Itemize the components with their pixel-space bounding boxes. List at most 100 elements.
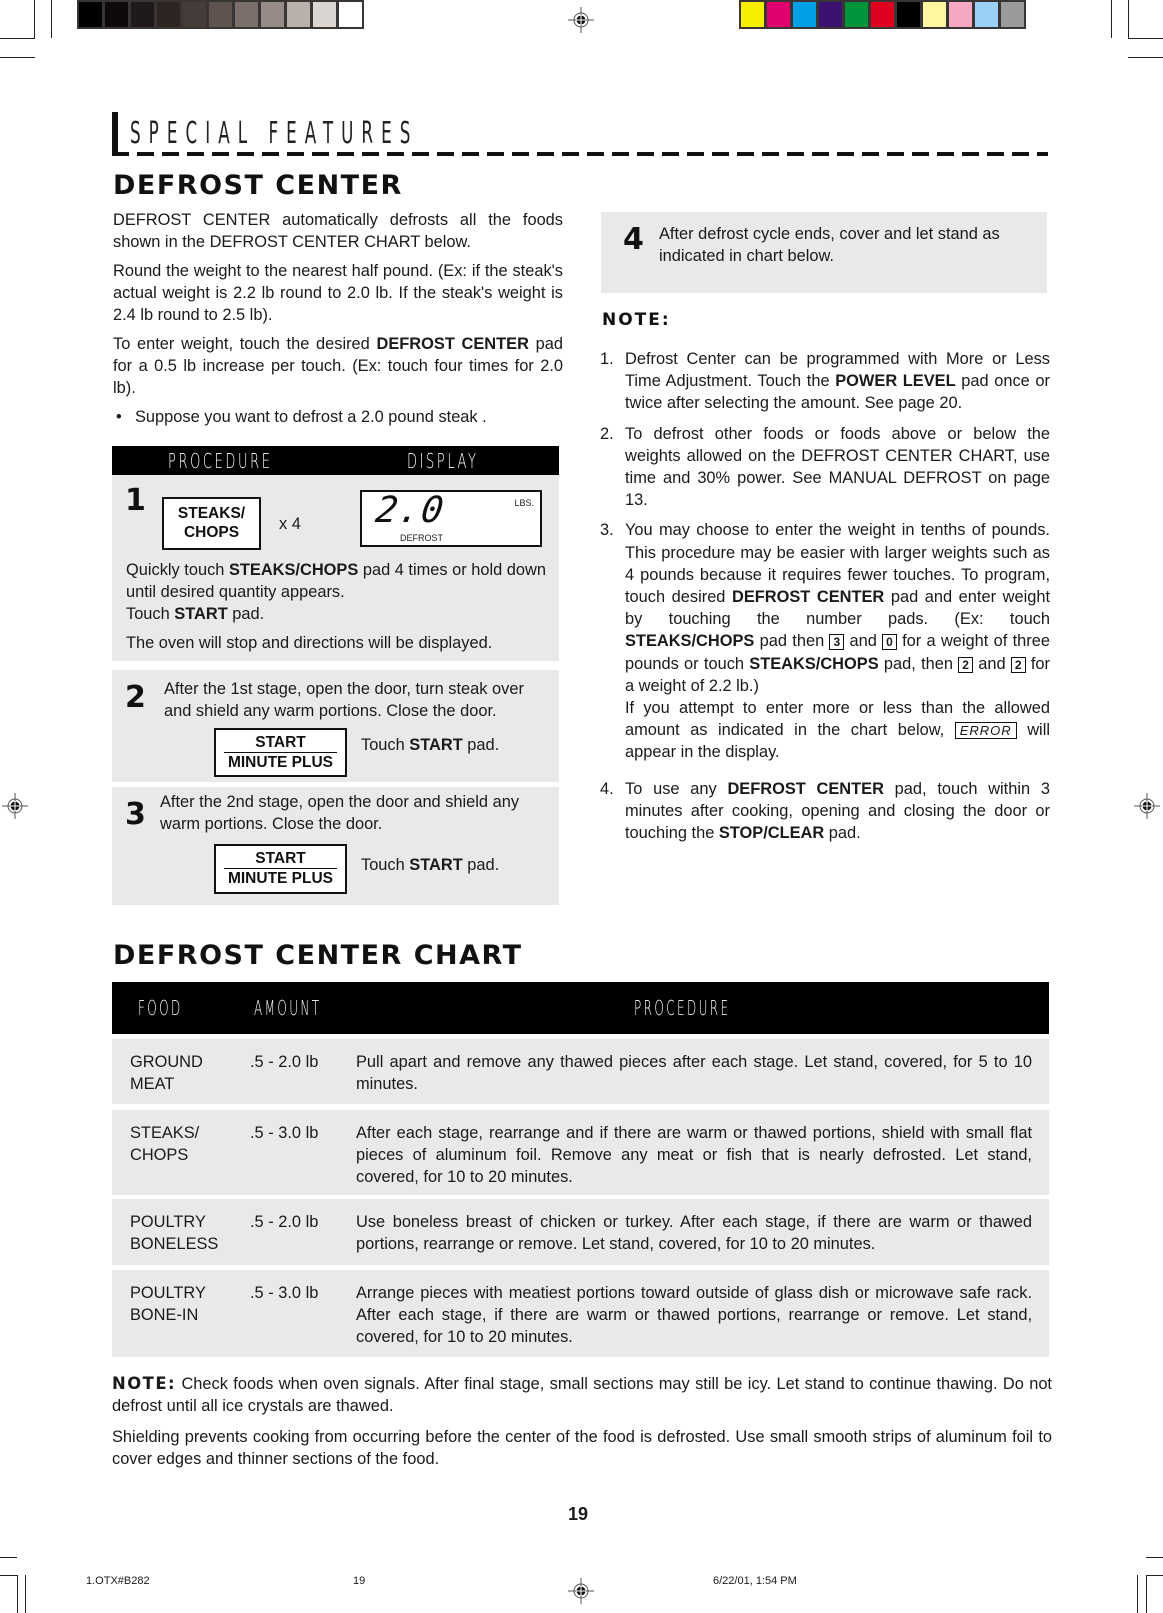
color-swatch <box>183 2 206 27</box>
text: pad, then <box>878 654 959 673</box>
number-pad-key: 0 <box>882 634 897 651</box>
column-header-procedure: PROCEDURE <box>634 996 731 1020</box>
procedure-cell: Pull apart and remove any thawed pieces … <box>356 1053 1032 1093</box>
text: To use any <box>625 779 728 798</box>
crop-mark <box>0 1557 17 1558</box>
error-display: ERROR <box>954 722 1017 740</box>
text: To enter weight, touch the desired <box>113 335 377 353</box>
color-swatch <box>235 2 258 27</box>
section-header-bar <box>112 112 118 156</box>
color-swatch <box>793 2 816 27</box>
number-pad-key: 2 <box>1010 656 1026 673</box>
color-swatch <box>105 2 128 27</box>
procedure-cell: Use boneless breast of chicken or turkey… <box>356 1213 1032 1253</box>
note-number: 2. <box>600 424 614 443</box>
text: pad. <box>824 824 861 843</box>
procedure-step-1: 1 STEAKS/ CHOPS x 4 2.0 LBS. DEFROST Qui… <box>112 475 559 661</box>
display-mode: DEFROST <box>400 533 444 543</box>
color-swatch <box>819 2 842 27</box>
note-number: 3. <box>600 521 614 540</box>
step-instructions: After the 2nd stage, open the door and s… <box>160 793 520 833</box>
touch-instruction: Touch START pad. <box>361 734 499 756</box>
step-instructions: After defrost cycle ends, cover and let … <box>659 225 1000 265</box>
color-swatch <box>261 2 284 27</box>
bold-text: START <box>174 605 228 623</box>
crop-mark <box>25 1575 26 1613</box>
text: Touch <box>361 856 410 874</box>
crop-mark <box>1128 57 1163 58</box>
color-swatch <box>209 2 232 27</box>
intro-paragraph: To enter weight, touch the desired DEFRO… <box>113 333 563 399</box>
column-header-food: FOOD <box>138 996 183 1020</box>
step-number: 4 <box>623 222 644 257</box>
procedure-cell: After each stage, rearrange and if there… <box>356 1124 1032 1186</box>
text: pad. <box>227 605 265 623</box>
chart-header: FOOD AMOUNT PROCEDURE <box>112 982 1049 1034</box>
notes-list: 1. Defrost Center can be programmed with … <box>600 348 1050 852</box>
display-unit: LBS. <box>514 498 534 508</box>
grayscale-calibration-bar <box>77 0 364 29</box>
note-number: 1. <box>600 350 614 368</box>
procedure-cell: Arrange pieces with meatiest portions to… <box>356 1284 1032 1346</box>
step-number: 2 <box>125 680 146 715</box>
notes-title: NOTE: <box>602 310 671 330</box>
start-minute-plus-pad: START MINUTE PLUS <box>214 844 347 894</box>
crop-mark <box>0 1575 17 1576</box>
color-swatch <box>1001 2 1024 27</box>
print-slug-timestamp: 6/22/01, 1:54 PM <box>713 1575 797 1587</box>
bold-text: DEFROST CENTER <box>376 335 529 353</box>
oven-display: 2.0 LBS. DEFROST <box>360 490 542 547</box>
note-item: 1. Defrost Center can be programmed with … <box>600 348 1050 415</box>
pad-label-top: START <box>224 733 337 753</box>
pad-label-bottom: MINUTE PLUS <box>227 870 334 887</box>
crop-mark <box>0 38 35 39</box>
section-label: SPECIAL FEATURES <box>130 116 419 151</box>
column-header-display: DISPLAY <box>407 449 479 473</box>
procedure-step-2: 2 After the 1st stage, open the door, tu… <box>112 670 559 782</box>
intro-paragraph: Round the weight to the nearest half pou… <box>113 260 563 326</box>
intro-bullet: • Suppose you want to defrost a 2.0 pound… <box>113 406 563 428</box>
bold-text: STOP/CLEAR <box>718 824 825 843</box>
number-pad-key: 2 <box>958 656 973 673</box>
color-calibration-bar <box>739 0 1026 29</box>
amount-cell: .5 - 2.0 lb <box>250 1213 319 1231</box>
number-pad-key: 3 <box>829 634 845 651</box>
color-swatch <box>79 2 102 27</box>
chart-title: DEFROST CENTER CHART <box>113 940 523 971</box>
chart-footnote: NOTE: Check foods when oven signals. Aft… <box>112 1373 1052 1417</box>
registration-mark-icon <box>568 1578 594 1604</box>
page-number: 19 <box>568 1504 589 1524</box>
crop-mark <box>1111 0 1112 38</box>
food-cell: POULTRY BONE-IN <box>130 1284 206 1324</box>
food-cell: GROUND MEAT <box>130 1053 203 1093</box>
color-swatch <box>339 2 362 27</box>
registration-mark-icon <box>2 793 28 819</box>
crop-mark <box>34 0 35 38</box>
table-row: POULTRY BONE-IN .5 - 3.0 lb Arrange piec… <box>112 1270 1049 1357</box>
print-slug-file: 1.OTX#B282 <box>86 1575 150 1587</box>
text: and <box>972 654 1011 673</box>
color-swatch <box>845 2 868 27</box>
print-slug-page: 19 <box>353 1575 366 1587</box>
note-label: NOTE: <box>112 1374 177 1393</box>
crop-mark <box>51 0 52 38</box>
pad-label-top: START <box>224 849 337 869</box>
bold-text: START <box>409 736 463 754</box>
color-swatch <box>287 2 310 27</box>
table-row: GROUND MEAT .5 - 2.0 lb Pull apart and r… <box>112 1039 1049 1104</box>
food-cell: POULTRY BONELESS <box>130 1213 219 1253</box>
bold-text: STEAKS/CHOPS <box>749 654 879 673</box>
shielding-note: Shielding prevents cooking from occurrin… <box>112 1428 1052 1468</box>
display-value: 2.0 <box>373 490 447 531</box>
registration-mark-icon <box>1134 793 1160 819</box>
bold-text: STEAKS/CHOPS <box>228 561 359 579</box>
crop-mark <box>1128 0 1129 38</box>
crop-mark <box>1146 1557 1163 1558</box>
intro-text: DEFROST CENTER automatically defrosts al… <box>113 209 563 435</box>
crop-mark <box>1128 38 1163 39</box>
note-item: 4. To use any DEFROST CENTER pad, touch w… <box>600 778 1050 845</box>
crop-mark <box>1137 1575 1138 1613</box>
bold-text: DEFROST CENTER <box>727 779 884 798</box>
procedure-table-header: PROCEDURE DISPLAY <box>112 446 559 475</box>
column-header-procedure: PROCEDURE <box>168 449 273 473</box>
